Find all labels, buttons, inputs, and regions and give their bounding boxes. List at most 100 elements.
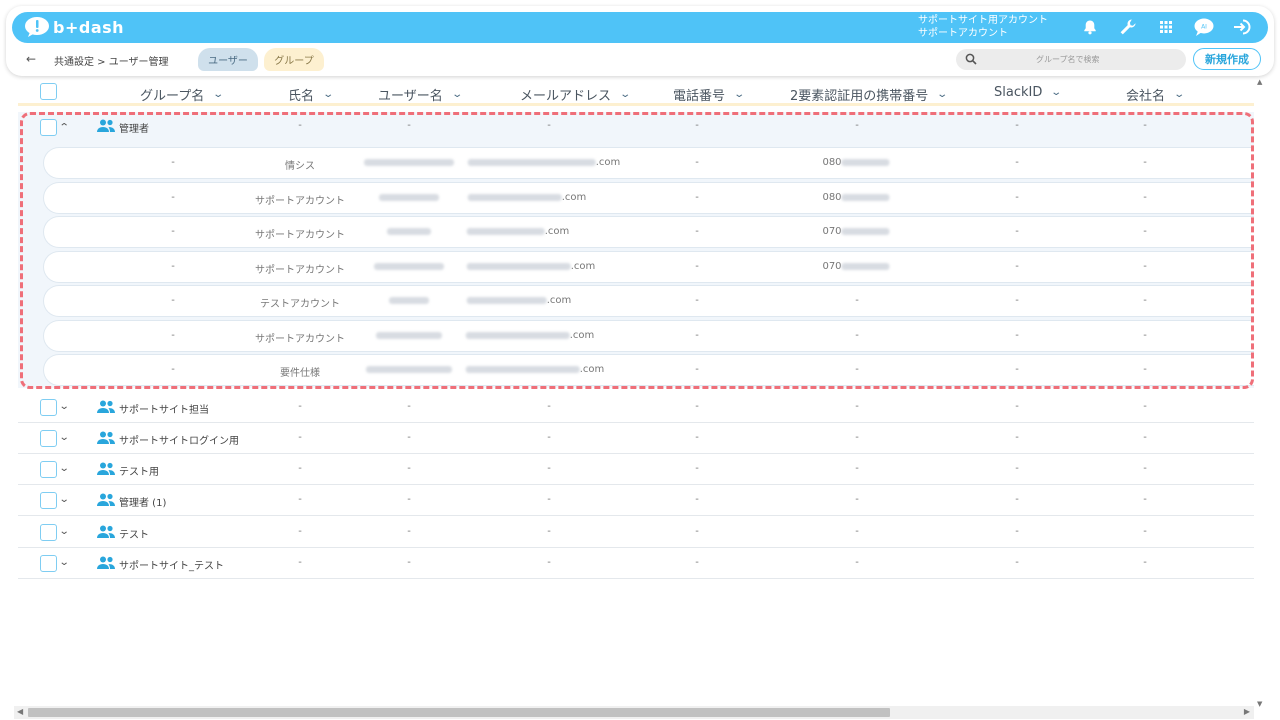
scroll-up-arrow-icon[interactable]: ▲ (1257, 78, 1262, 86)
chat-icon[interactable]: AI (1192, 15, 1216, 39)
row-checkbox[interactable] (40, 461, 57, 478)
search-input[interactable]: グループ名で検索 (956, 49, 1186, 70)
cell-phone: - (695, 463, 699, 474)
cell-slackid: - (1015, 261, 1019, 272)
user-row[interactable]: - テストアカウント .com - - - - (44, 286, 1254, 316)
expand-chevron-icon[interactable]: ⌄ (59, 494, 70, 505)
column-header-name[interactable]: 氏名 ⌄ (288, 85, 334, 104)
sort-chevron-icon: ⌄ (451, 89, 463, 100)
account-info[interactable]: サポートサイト用アカウント サポートアカウント (918, 14, 1048, 40)
user-row[interactable]: - 要件仕様 .com - - - - (44, 355, 1254, 385)
row-checkbox[interactable] (40, 430, 57, 447)
expand-chevron-icon[interactable]: ⌄ (59, 526, 70, 537)
cell-email: - (547, 432, 551, 443)
cell-2fa-mobile: - (855, 364, 859, 375)
column-header-phone[interactable]: 電話番号 ⌄ (673, 85, 746, 104)
wrench-icon[interactable] (1116, 15, 1140, 39)
cell-group: - (171, 157, 175, 168)
back-arrow-icon[interactable]: ← (26, 52, 36, 66)
grid-icon[interactable] (1154, 15, 1178, 39)
group-row[interactable]: ⌄ サポートサイト担当 - - - - - - - (18, 393, 1254, 423)
expand-chevron-icon[interactable]: ⌄ (59, 463, 70, 474)
group-name: 管理者 (1) (119, 498, 167, 509)
expand-chevron-icon[interactable]: ⌄ (59, 432, 70, 443)
expand-chevron-icon[interactable]: ⌄ (59, 557, 70, 568)
cell-slackid: - (1015, 120, 1019, 131)
cell-username-redacted (366, 364, 452, 375)
group-name: サポートサイト担当 (119, 405, 209, 416)
horizontal-scroll-thumb[interactable] (28, 708, 890, 717)
column-header-2fa-mobile[interactable]: 2要素認証用の携帯番号 ⌄ (790, 85, 948, 104)
search-icon (965, 53, 977, 65)
cell-username-redacted (374, 261, 444, 272)
cell-email: - (547, 463, 551, 474)
new-button[interactable]: 新規作成 (1193, 48, 1261, 70)
column-header-company[interactable]: 会社名 ⌄ (1126, 85, 1185, 104)
group-row-expanded[interactable]: ⌄ 管理者 - - - - - - - (18, 112, 1254, 142)
cell-name: テストアカウント (260, 299, 340, 310)
cell-slackid: - (1015, 226, 1019, 237)
row-checkbox[interactable] (40, 524, 57, 541)
collapse-chevron-icon[interactable]: ⌄ (59, 120, 70, 131)
row-checkbox[interactable] (40, 555, 57, 572)
user-row[interactable]: - サポートアカウント .com - 070 - - (44, 252, 1254, 282)
scroll-left-arrow-icon[interactable]: ◀ (17, 707, 23, 716)
user-row[interactable]: - サポートアカウント .com - - - - (44, 321, 1254, 351)
cell-company: - (1143, 526, 1147, 537)
row-checkbox[interactable] (40, 492, 57, 509)
horizontal-scrollbar[interactable]: ◀ ▶ (14, 706, 1254, 719)
user-row[interactable]: - サポートアカウント .com - 070 - - (44, 217, 1254, 247)
user-row[interactable]: - サポートアカウント .com - 080 - - (44, 183, 1254, 213)
column-header-slackid[interactable]: SlackID ⌄ (994, 85, 1062, 100)
group-name: 管理者 (119, 124, 149, 135)
logout-icon[interactable] (1230, 15, 1254, 39)
cell-username: - (407, 120, 411, 131)
svg-text:AI: AI (1201, 24, 1207, 31)
cell-slackid: - (1015, 157, 1019, 168)
cell-phone: - (695, 226, 699, 237)
cell-group: - (171, 226, 175, 237)
group-name: サポートサイト_テスト (119, 561, 224, 572)
group-row[interactable]: ⌄ 管理者 (1) - - - - - - - (18, 486, 1254, 516)
select-all-checkbox[interactable] (40, 83, 57, 100)
group-name: テスト用 (119, 467, 159, 478)
cell-username-redacted (389, 295, 429, 306)
group-row[interactable]: ⌄ サポートサイトログイン用 - - - - - - - (18, 424, 1254, 454)
group-row[interactable]: ⌄ テスト用 - - - - - - - (18, 455, 1254, 485)
scroll-right-arrow-icon[interactable]: ▶ (1244, 707, 1250, 716)
cell-slackid: - (1015, 494, 1019, 505)
user-row[interactable]: - 情シス .com - 080 - - (44, 148, 1254, 178)
vertical-scrollbar[interactable]: ▲ ▼ (1254, 78, 1266, 708)
cell-email: - (547, 401, 551, 412)
tab-users[interactable]: ユーザー (198, 48, 258, 71)
scroll-down-arrow-icon[interactable]: ▼ (1257, 700, 1262, 708)
column-header-email[interactable]: メールアドレス ⌄ (520, 85, 631, 104)
row-checkbox[interactable] (40, 119, 57, 136)
group-row[interactable]: ⌄ テスト - - - - - - - (18, 518, 1254, 548)
cell-name: サポートアカウント (255, 265, 345, 276)
cell-name: - (298, 401, 302, 412)
bell-icon[interactable] (1078, 15, 1102, 39)
cell-group: - (171, 261, 175, 272)
cell-2fa-mobile: 080 (822, 192, 890, 203)
cell-name: - (298, 526, 302, 537)
expand-chevron-icon[interactable]: ⌄ (59, 401, 70, 412)
cell-group: - (171, 295, 175, 306)
cell-slackid: - (1015, 330, 1019, 341)
cell-email: .com (465, 364, 604, 375)
column-header-group-name[interactable]: グループ名 ⌄ (140, 85, 224, 104)
logo-bubble-icon (24, 16, 50, 38)
column-header-username[interactable]: ユーザー名 ⌄ (378, 85, 463, 104)
cell-company: - (1143, 401, 1147, 412)
cell-phone: - (695, 261, 699, 272)
group-row[interactable]: ⌄ サポートサイト_テスト - - - - - - - (18, 549, 1254, 579)
cell-company: - (1143, 432, 1147, 443)
people-icon (96, 399, 116, 415)
logo[interactable]: b+dash (24, 16, 124, 38)
row-checkbox[interactable] (40, 399, 57, 416)
cell-email: .com (465, 330, 594, 341)
tab-groups[interactable]: グループ (264, 48, 324, 71)
sort-chevron-icon: ⌄ (733, 89, 746, 100)
cell-email: - (547, 120, 551, 131)
account-line-1: サポートサイト用アカウント (918, 15, 1048, 26)
